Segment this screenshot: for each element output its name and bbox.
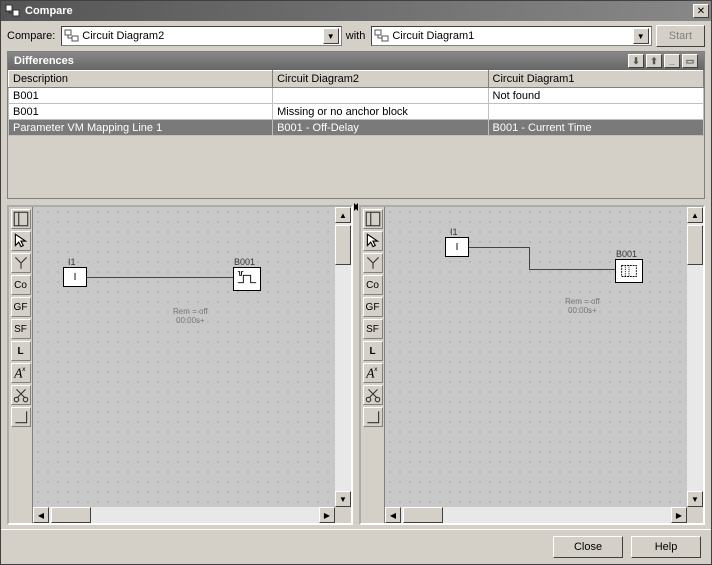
diagram-icon bbox=[64, 28, 80, 44]
window-title: Compare bbox=[25, 5, 693, 17]
input-block[interactable]: I bbox=[63, 267, 87, 287]
horizontal-scrollbar[interactable]: ◀ ▶ bbox=[385, 507, 687, 523]
close-button[interactable]: Close bbox=[553, 536, 623, 558]
corner-icon[interactable] bbox=[363, 407, 383, 427]
help-button[interactable]: Help bbox=[631, 536, 701, 558]
combo-right-value: Circuit Diagram1 bbox=[392, 30, 632, 42]
block-note: Rem = off00:00s+ bbox=[173, 307, 208, 325]
input-label: I1 bbox=[450, 227, 458, 237]
pointer-icon[interactable] bbox=[363, 231, 383, 251]
col-diagram2[interactable]: Circuit Diagram2 bbox=[273, 71, 488, 88]
vertical-scrollbar[interactable]: ▲ ▼ bbox=[335, 207, 351, 507]
scroll-left-icon[interactable]: ◀ bbox=[33, 507, 49, 523]
connect-icon[interactable] bbox=[363, 253, 383, 273]
combo-left-value: Circuit Diagram2 bbox=[82, 30, 322, 42]
right-pane: Co GF SF L Ax I1 I B001 bbox=[359, 205, 705, 525]
differences-header: Differences ⬇ ⬆ _ ▭ bbox=[8, 52, 704, 70]
l-button[interactable]: L bbox=[363, 341, 383, 361]
diagram-panes: Co GF SF L Ax I1 I B001 Rem bbox=[7, 205, 705, 525]
col-diagram1[interactable]: Circuit Diagram1 bbox=[488, 71, 703, 88]
block-label: B001 bbox=[234, 257, 255, 267]
l-button[interactable]: L bbox=[11, 341, 31, 361]
table-row[interactable]: Parameter VM Mapping Line 1 B001 - Off-D… bbox=[9, 120, 704, 136]
constants-button[interactable]: Co bbox=[11, 275, 31, 295]
toolbox-left: Co GF SF L Ax bbox=[9, 207, 33, 523]
canvas-right[interactable]: I1 I B001 Rem = off00:00s+ bbox=[385, 207, 703, 523]
basic-functions-button[interactable]: GF bbox=[11, 297, 31, 317]
scroll-down-icon[interactable]: ▼ bbox=[687, 491, 703, 507]
svg-text:x: x bbox=[374, 366, 378, 373]
cut-icon[interactable] bbox=[363, 385, 383, 405]
app-icon bbox=[5, 3, 21, 19]
popout-icon[interactable] bbox=[363, 209, 383, 229]
cut-icon[interactable] bbox=[11, 385, 31, 405]
block-note: Rem = off00:00s+ bbox=[565, 297, 600, 315]
titlebar: Compare ✕ bbox=[1, 1, 711, 21]
canvas-right-wrap: I1 I B001 Rem = off00:00s+ ▲ bbox=[385, 207, 703, 523]
differences-title: Differences bbox=[14, 55, 74, 67]
special-functions-button[interactable]: SF bbox=[11, 319, 31, 339]
basic-functions-button[interactable]: GF bbox=[363, 297, 383, 317]
function-block[interactable] bbox=[233, 267, 261, 291]
scroll-up-icon[interactable]: ▲ bbox=[687, 207, 703, 223]
restore-icon[interactable]: ▭ bbox=[682, 54, 698, 68]
compare-window: Compare ✕ Compare: Circuit Diagram2 ▼ wi… bbox=[0, 0, 712, 565]
scroll-left-icon[interactable]: ◀ bbox=[385, 507, 401, 523]
wire bbox=[529, 247, 530, 269]
differences-panel: Differences ⬇ ⬆ _ ▭ Description Circuit … bbox=[7, 51, 705, 199]
connect-icon[interactable] bbox=[11, 253, 31, 273]
constants-button[interactable]: Co bbox=[363, 275, 383, 295]
compare-selector-row: Compare: Circuit Diagram2 ▼ with Circuit… bbox=[1, 21, 711, 51]
popout-icon[interactable] bbox=[11, 209, 31, 229]
horizontal-scrollbar[interactable]: ◀ ▶ bbox=[33, 507, 335, 523]
combo-right[interactable]: Circuit Diagram1 ▼ bbox=[371, 26, 651, 46]
pointer-icon[interactable] bbox=[11, 231, 31, 251]
col-description[interactable]: Description bbox=[9, 71, 273, 88]
wire bbox=[529, 269, 615, 270]
combo-left[interactable]: Circuit Diagram2 ▼ bbox=[61, 26, 341, 46]
vertical-scrollbar[interactable]: ▲ ▼ bbox=[687, 207, 703, 507]
table-row[interactable]: B001 Not found bbox=[9, 88, 704, 104]
footer: Close Help bbox=[1, 529, 711, 564]
scroll-right-icon[interactable]: ▶ bbox=[671, 507, 687, 523]
differences-table: Description Circuit Diagram2 Circuit Dia… bbox=[8, 70, 704, 198]
text-tool-icon[interactable]: Ax bbox=[363, 363, 383, 383]
wire bbox=[87, 277, 237, 278]
text-tool-icon[interactable]: Ax bbox=[11, 363, 31, 383]
chevron-down-icon[interactable]: ▼ bbox=[323, 28, 339, 44]
function-block[interactable] bbox=[615, 259, 643, 283]
left-pane: Co GF SF L Ax I1 I B001 Rem bbox=[7, 205, 353, 525]
scroll-up-icon[interactable]: ▲ bbox=[335, 207, 351, 223]
arrow-up-icon[interactable]: ⬆ bbox=[646, 54, 662, 68]
wire bbox=[469, 247, 529, 248]
compare-label: Compare: bbox=[7, 30, 55, 42]
toolbox-right: Co GF SF L Ax bbox=[361, 207, 385, 523]
with-label: with bbox=[346, 30, 366, 42]
minimize-icon[interactable]: _ bbox=[664, 54, 680, 68]
block-label: B001 bbox=[616, 249, 637, 259]
chevron-down-icon[interactable]: ▼ bbox=[633, 28, 649, 44]
canvas-left-wrap: I1 I B001 Rem = off00:00s+ ▲ ▼ bbox=[33, 207, 351, 523]
input-block[interactable]: I bbox=[445, 237, 469, 257]
input-label: I1 bbox=[68, 257, 76, 267]
scroll-right-icon[interactable]: ▶ bbox=[319, 507, 335, 523]
diagram-icon bbox=[374, 28, 390, 44]
arrow-down-icon[interactable]: ⬇ bbox=[628, 54, 644, 68]
close-icon[interactable]: ✕ bbox=[693, 4, 709, 18]
svg-text:x: x bbox=[22, 366, 26, 373]
corner-icon[interactable] bbox=[11, 407, 31, 427]
table-row[interactable]: B001 Missing or no anchor block bbox=[9, 104, 704, 120]
scroll-down-icon[interactable]: ▼ bbox=[335, 491, 351, 507]
start-button[interactable]: Start bbox=[656, 25, 705, 47]
canvas-left[interactable]: I1 I B001 Rem = off00:00s+ bbox=[33, 207, 351, 523]
special-functions-button[interactable]: SF bbox=[363, 319, 383, 339]
